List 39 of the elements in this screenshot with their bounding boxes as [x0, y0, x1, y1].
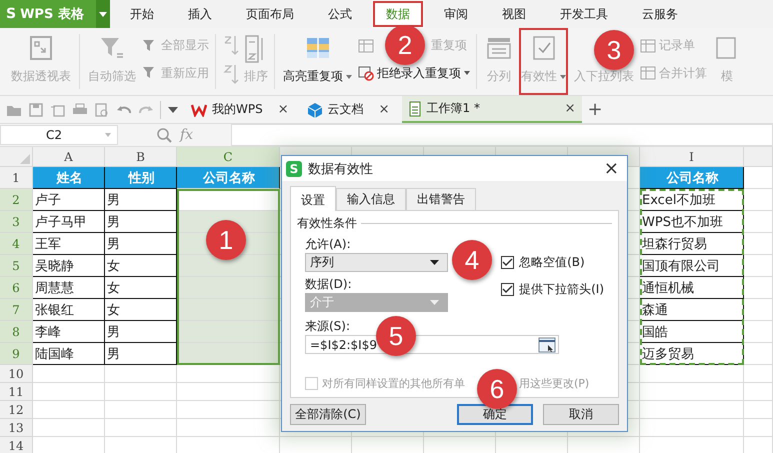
- field-label: 允许(A):: [305, 236, 352, 253]
- column-heading-cell: 性别: [105, 167, 177, 189]
- table-cell: 陆国峰: [33, 343, 105, 365]
- app-logo: S: [286, 160, 302, 176]
- table-cell: 国皓: [640, 321, 744, 343]
- checkbox-label: 对所有同样设置的其他所有单: [322, 376, 465, 391]
- table-cell: 森通: [640, 299, 744, 321]
- dialog-title: 数据有效性: [308, 160, 374, 178]
- table-cell: 李峰: [33, 321, 105, 343]
- table-cell: 男: [105, 189, 177, 211]
- document-tab-label: 工作簿1 *: [426, 100, 481, 117]
- table-cell: 男: [105, 211, 177, 233]
- group-label: 有效性条件: [297, 215, 357, 232]
- table-cell: 女: [105, 255, 177, 277]
- table-cell: 男: [105, 233, 177, 255]
- table-cell: 张银红: [33, 299, 105, 321]
- table-cell: 通恒机械: [640, 277, 744, 299]
- document-tab-label: 云文档: [328, 101, 364, 118]
- table-cell: 周慧慧: [33, 277, 105, 299]
- column-heading-cell: 公司名称: [640, 167, 744, 189]
- column-heading-cell: 姓名: [33, 167, 105, 189]
- table-cell: Excel不加班: [640, 189, 744, 211]
- table-cell: 吴晓静: [33, 255, 105, 277]
- column-heading-cell: 公司名称: [177, 167, 280, 189]
- table-cell: 女: [105, 299, 177, 321]
- table-cell: 王军: [33, 233, 105, 255]
- field-label: 数据(D):: [305, 276, 353, 293]
- table-cell: 女: [105, 277, 177, 299]
- table-cell: 卢子马甲: [33, 211, 105, 233]
- checkbox-label: 用这些更改(P): [519, 376, 590, 391]
- document-tab-label: 我的WPS: [212, 101, 263, 118]
- table-cell: 卢子: [33, 189, 105, 211]
- table-cell: 迈多贸易: [640, 343, 744, 365]
- table-cell: WPS也不加班: [640, 211, 744, 233]
- table-cell: 国顶有限公司: [640, 255, 744, 277]
- table-cell: 男: [105, 321, 177, 343]
- table-cell: 坦森行贸易: [640, 233, 744, 255]
- table-cell: 男: [105, 343, 177, 365]
- field-label: 来源(S):: [304, 318, 352, 335]
